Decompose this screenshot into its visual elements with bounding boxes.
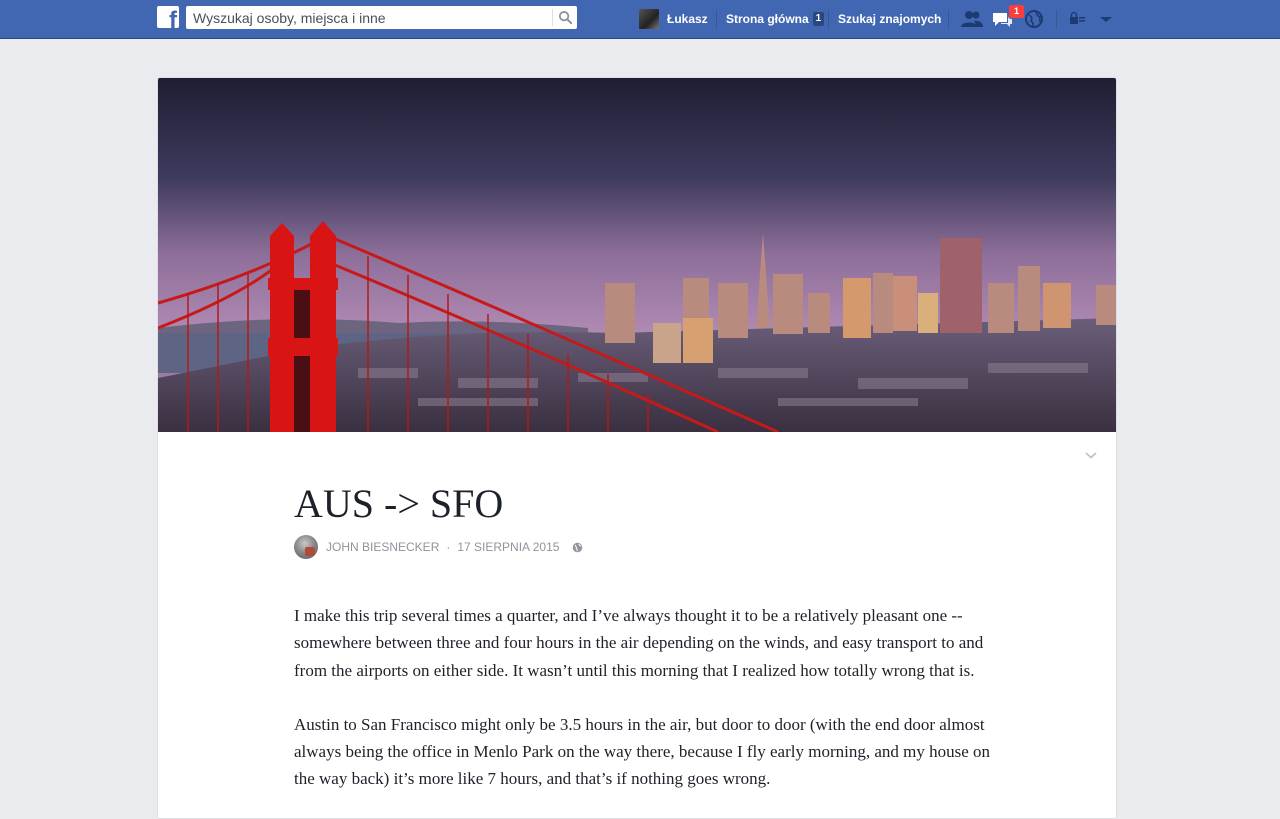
profile-name: Łukasz [667,12,708,26]
friend-requests-icon[interactable] [960,8,984,30]
search-icon[interactable] [558,10,573,25]
home-link[interactable]: Strona główna 1 [726,0,825,38]
article-paragraph: Austin to San Francisco might only be 3.… [294,714,991,789]
notifications-globe-icon[interactable] [1022,8,1046,30]
home-label: Strona główna [726,12,809,26]
find-friends-label: Szukaj znajomych [838,12,942,26]
nav-divider [716,10,717,28]
privacy-lock-icon[interactable] [1066,8,1090,30]
search-input[interactable] [193,9,543,26]
cover-image [158,78,1116,432]
page-title: AUS -> SFO [294,481,504,526]
post-options-chevron-icon[interactable] [1084,450,1098,460]
home-count-badge: 1 [812,12,825,26]
avatar [639,9,659,29]
nav-divider [948,10,949,28]
author-name[interactable]: JOHN BIESNECKER [326,540,439,554]
profile-link[interactable]: Łukasz [639,0,708,38]
article-paragraph: I make this trip several times a quarter… [294,606,984,680]
avatar[interactable] [294,535,318,559]
publish-date[interactable]: 17 SIERPNIA 2015 [457,540,559,554]
search-divider [552,9,553,26]
search-box [186,6,577,29]
facebook-logo-icon[interactable]: f [157,6,179,28]
nav-divider [828,10,829,28]
top-navigation-bar: f Łukasz Strona główna 1 Szukaj znajomyc… [0,0,1280,39]
article-body: I make this trip several times a quarter… [294,602,994,818]
note-article-card: AUS -> SFO JOHN BIESNECKER · 17 SIERPNIA… [157,77,1117,819]
byline: JOHN BIESNECKER · 17 SIERPNIA 2015 [294,535,583,559]
find-friends-link[interactable]: Szukaj znajomych [838,0,941,38]
nav-divider [1056,10,1057,28]
byline-separator: · [446,540,451,554]
account-menu-chevron-icon[interactable] [1094,8,1118,30]
public-globe-icon[interactable] [572,542,583,553]
